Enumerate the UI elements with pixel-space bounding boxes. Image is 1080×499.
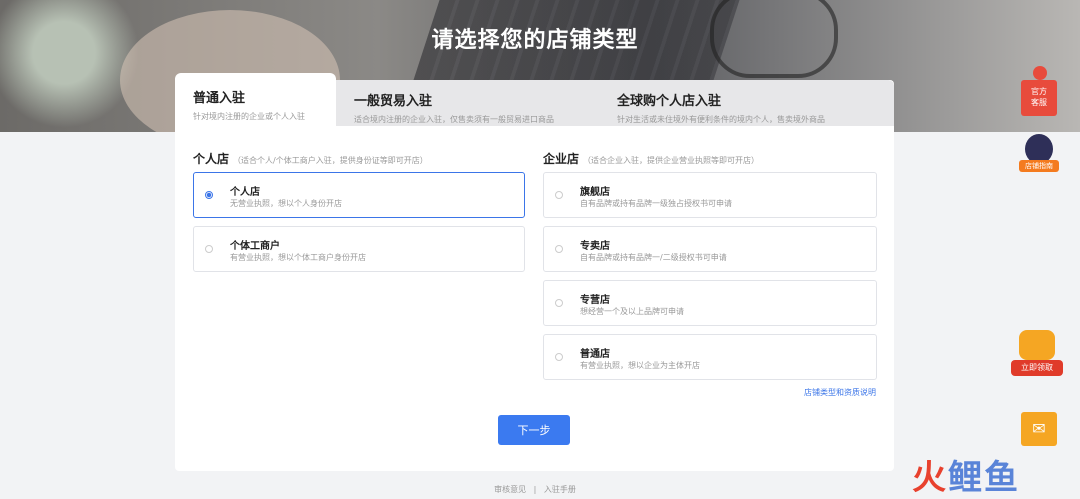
- watermark-part1: 火: [912, 458, 948, 498]
- tab-normal[interactable]: 普通入驻 针对境内注册的企业或个人入驻: [193, 87, 305, 122]
- option-desc: 有营业执照，想以企业为主体开店: [580, 361, 700, 370]
- watermark-part2: 鲤鱼: [948, 458, 1020, 498]
- guide-label: 店铺指南: [1019, 160, 1059, 172]
- customer-service-button[interactable]: 官方 客服: [1021, 66, 1057, 116]
- option-label: 普通店: [580, 349, 610, 360]
- mail-icon: ✉: [1032, 419, 1046, 438]
- watermark-logo: 火鲤鱼: [912, 450, 1020, 499]
- tab-label: 普通入驻: [193, 91, 246, 106]
- next-step-button[interactable]: 下一步: [498, 415, 570, 445]
- tab-sub: 适合境内注册的企业入驻，仅售卖须有一般贸易进口商品: [354, 115, 554, 124]
- option-desc: 想经营一个及以上品牌可申请: [580, 307, 684, 316]
- claim-label: 立即领取: [1011, 360, 1063, 376]
- radio-unselected[interactable]: [555, 353, 563, 361]
- footer-manual-link[interactable]: 入驻手册: [544, 485, 576, 494]
- cs-label-1: 官方: [1031, 87, 1047, 96]
- robot-icon: [1033, 66, 1047, 80]
- enterprise-hint: （适合企业入驻，提供企业营业执照等即可开店）: [583, 156, 760, 165]
- tab-global[interactable]: 全球购个人店入驻 针对生活或未住境外有便利条件的境内个人，售卖境外商品: [617, 90, 825, 125]
- store-type-info-link[interactable]: 店铺类型和资质说明: [804, 387, 876, 398]
- personal-title: 个人店: [193, 152, 230, 166]
- option-flagship-store[interactable]: 旗舰店 自有品牌或持有品牌一级独占授权书可申请: [543, 172, 877, 218]
- option-desc: 自有品牌或持有品牌一/二级授权书可申请: [580, 253, 727, 262]
- personal-section-title: 个人店 （适合个人/个体工商户入驻，提供身份证等即可开店）: [193, 150, 428, 167]
- radio-unselected[interactable]: [205, 245, 213, 253]
- store-type-card: 普通入驻 针对境内注册的企业或个人入驻 一般贸易入驻 适合境内注册的企业入驻，仅…: [175, 73, 894, 471]
- tab-sub: 针对境内注册的企业或个人入驻: [193, 112, 305, 121]
- claim-gift-button[interactable]: 立即领取: [1011, 330, 1063, 378]
- option-desc: 无营业执照，想以个人身份开店: [230, 199, 342, 208]
- option-specialty-store[interactable]: 专营店 想经营一个及以上品牌可申请: [543, 280, 877, 326]
- option-label: 旗舰店: [580, 187, 610, 198]
- option-label: 专营店: [580, 295, 610, 306]
- option-label: 个体工商户: [230, 241, 280, 252]
- radio-selected[interactable]: [205, 191, 213, 199]
- radio-unselected[interactable]: [555, 245, 563, 253]
- tab-label: 全球购个人店入驻: [617, 94, 722, 109]
- radio-unselected[interactable]: [555, 299, 563, 307]
- option-regular-store[interactable]: 普通店 有营业执照，想以企业为主体开店: [543, 334, 877, 380]
- footer-review-link[interactable]: 审核意见: [494, 485, 526, 494]
- option-exclusive-store[interactable]: 专卖店 自有品牌或持有品牌一/二级授权书可申请: [543, 226, 877, 272]
- radio-unselected[interactable]: [555, 191, 563, 199]
- enterprise-section-title: 企业店 （适合企业入驻，提供企业营业执照等即可开店）: [543, 150, 759, 167]
- option-personal-store[interactable]: 个人店 无营业执照，想以个人身份开店: [193, 172, 525, 218]
- enterprise-title: 企业店: [543, 152, 580, 166]
- tab-general-trade[interactable]: 一般贸易入驻 适合境内注册的企业入驻，仅售卖须有一般贸易进口商品: [354, 90, 554, 125]
- footer-links: 审核意见 | 入驻手册: [0, 484, 1070, 495]
- cs-label-2: 客服: [1031, 98, 1047, 107]
- tab-bar: 普通入驻 针对境内注册的企业或个人入驻 一般贸易入驻 适合境内注册的企业入驻，仅…: [175, 73, 894, 133]
- page-title: 请选择您的店铺类型: [431, 28, 639, 53]
- option-label: 专卖店: [580, 241, 610, 252]
- personal-hint: （适合个人/个体工商户入驻，提供身份证等即可开店）: [233, 156, 428, 165]
- option-label: 个人店: [230, 187, 260, 198]
- footer-separator: |: [533, 485, 537, 494]
- message-button[interactable]: ✉: [1021, 412, 1057, 446]
- option-desc: 有营业执照，想以个体工商户身份开店: [230, 253, 366, 262]
- option-individual-business[interactable]: 个体工商户 有营业执照，想以个体工商户身份开店: [193, 226, 525, 272]
- tab-label: 一般贸易入驻: [354, 94, 433, 109]
- gift-icon: [1019, 330, 1055, 360]
- store-guide-button[interactable]: 店铺指南: [1017, 134, 1061, 176]
- option-desc: 自有品牌或持有品牌一级独占授权书可申请: [580, 199, 732, 208]
- tab-sub: 针对生活或未住境外有便利条件的境内个人，售卖境外商品: [617, 115, 825, 124]
